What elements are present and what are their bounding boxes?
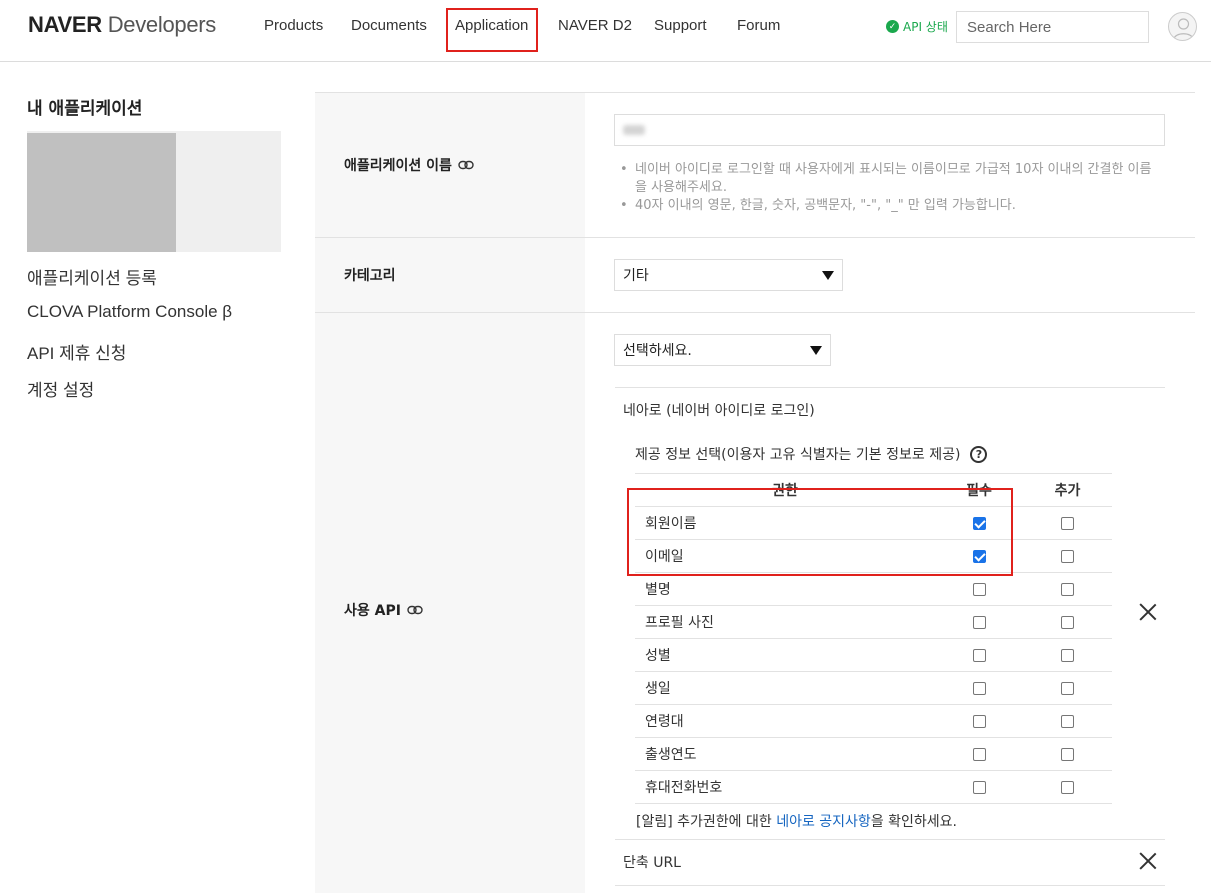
table-row: 연령대	[635, 704, 1112, 738]
notice-text: [알림] 추가권한에 대한 네아로 공지사항을 확인하세요.	[636, 814, 958, 830]
naver-developers-logo[interactable]: NAVER Developers	[28, 12, 216, 38]
check-circle-icon: ✓	[886, 20, 899, 33]
dropdown-arrow-icon	[810, 345, 822, 355]
category-label: 카테고리	[344, 268, 396, 284]
extra-checkbox[interactable]	[1061, 582, 1074, 596]
api-name: 네아로 (네이버 아이디로 로그인)	[623, 403, 815, 419]
divider	[315, 312, 1195, 313]
short-url-label: 단축 URL	[623, 855, 681, 871]
extra-checkbox[interactable]	[1061, 648, 1074, 662]
table-row: 생일	[635, 671, 1112, 705]
notice-link[interactable]: 네아로 공지사항	[776, 814, 871, 830]
sidebar-item-clova-console[interactable]: CLOVA Platform Console β	[27, 302, 232, 322]
search-box	[956, 11, 1166, 43]
nav-naver-d2[interactable]: NAVER D2	[558, 17, 632, 34]
link-icon[interactable]	[407, 605, 423, 615]
required-highlight-box	[627, 488, 1013, 576]
extra-checkbox[interactable]	[1061, 516, 1074, 530]
close-icon[interactable]	[1139, 603, 1157, 621]
sidebar-item-api-partnership[interactable]: API 제휴 신청	[27, 339, 126, 364]
divider	[315, 92, 1195, 93]
close-icon[interactable]	[1139, 852, 1157, 870]
required-checkbox[interactable]	[972, 714, 986, 728]
required-checkbox[interactable]	[972, 582, 986, 596]
table-row: 휴대전화번호	[635, 770, 1112, 804]
top-header: NAVER Developers Products Documents Appl…	[0, 0, 1211, 62]
link-icon[interactable]	[458, 160, 474, 170]
extra-checkbox[interactable]	[1061, 681, 1074, 695]
nav-products[interactable]: Products	[264, 17, 323, 34]
api-label: 사용 API	[344, 600, 423, 620]
nav-forum[interactable]: Forum	[737, 17, 780, 34]
app-name-label: 애플리케이션 이름	[344, 155, 474, 175]
api-status-link[interactable]: ✓ API 상태	[886, 18, 948, 35]
extra-checkbox[interactable]	[1061, 615, 1074, 629]
user-icon	[1173, 18, 1194, 40]
permission-name: 출생연도	[635, 737, 935, 771]
api-select[interactable]: 선택하세요.	[614, 334, 831, 366]
required-checkbox[interactable]	[972, 780, 986, 794]
api-status-label: API 상태	[903, 20, 948, 34]
divider	[315, 237, 1195, 238]
app-name-input[interactable]	[614, 114, 1165, 146]
blurred-app-name	[623, 125, 645, 135]
required-checkbox[interactable]	[972, 615, 986, 629]
sidebar-title: 내 애플리케이션	[27, 99, 143, 119]
help-question-icon[interactable]: ?	[970, 445, 988, 463]
divider	[615, 839, 1165, 840]
column-header-extra: 추가	[1023, 473, 1112, 507]
table-row: 프로필 사진	[635, 605, 1112, 639]
search-input[interactable]	[967, 18, 1166, 36]
extra-checkbox[interactable]	[1061, 780, 1074, 794]
user-avatar[interactable]	[1168, 12, 1197, 41]
divider	[615, 885, 1165, 886]
permission-name: 성별	[635, 638, 935, 672]
permission-name: 프로필 사진	[635, 605, 935, 639]
divider	[615, 387, 1165, 388]
category-select[interactable]: 기타	[614, 259, 843, 291]
extra-checkbox[interactable]	[1061, 714, 1074, 728]
nav-documents[interactable]: Documents	[351, 17, 427, 34]
extra-checkbox[interactable]	[1061, 747, 1074, 761]
table-row: 성별	[635, 638, 1112, 672]
table-row: 출생연도	[635, 737, 1112, 771]
application-highlight-box	[446, 8, 538, 52]
extra-checkbox[interactable]	[1061, 549, 1074, 563]
required-checkbox[interactable]	[972, 648, 986, 662]
provide-info-title: 제공 정보 선택(이용자 고유 식별자는 기본 정보로 제공) ?	[635, 444, 988, 464]
sidebar-item-register[interactable]: 애플리케이션 등록	[27, 264, 157, 289]
form-label-column	[315, 92, 585, 893]
app-thumbnail[interactable]	[27, 131, 281, 252]
required-checkbox[interactable]	[972, 681, 986, 695]
dropdown-arrow-icon	[822, 270, 834, 280]
nav-support[interactable]: Support	[654, 17, 707, 34]
table-row: 별명	[635, 572, 1112, 606]
permission-name: 연령대	[635, 704, 935, 738]
required-checkbox[interactable]	[972, 747, 986, 761]
app-name-help: 네이버 아이디로 로그인할 때 사용자에게 표시되는 이름이므로 가급적 10자…	[620, 161, 1160, 215]
permission-name: 휴대전화번호	[635, 770, 935, 804]
permission-name: 생일	[635, 671, 935, 705]
permission-name: 별명	[635, 572, 935, 606]
sidebar-item-account-settings[interactable]: 계정 설정	[27, 376, 94, 401]
